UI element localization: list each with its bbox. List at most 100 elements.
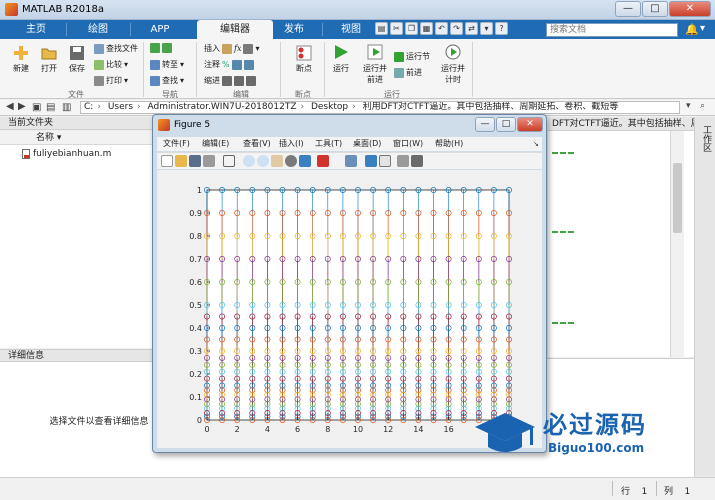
show-tools-icon[interactable] (411, 155, 423, 167)
path-dropdown-icon[interactable]: ▾ (686, 101, 691, 111)
y-tick-label: 0.4 (189, 324, 202, 333)
x-tick-label: 14 (413, 425, 423, 434)
hide-tools-icon[interactable] (397, 155, 409, 167)
crumb-users[interactable]: Users (108, 102, 133, 112)
tab-apps[interactable]: APP (138, 20, 182, 39)
save-figure-icon[interactable] (189, 155, 201, 167)
data-cursor-icon[interactable] (299, 155, 311, 167)
find-files-button[interactable]: 查找文件 (94, 43, 138, 54)
insert-button[interactable]: 插入 fx ▾ (204, 43, 260, 54)
find-button[interactable]: 查找 ▾ (150, 75, 184, 86)
new-figure-icon[interactable] (161, 155, 173, 167)
zoom-in-icon[interactable] (243, 155, 255, 167)
crumb-drive[interactable]: C: (84, 102, 93, 112)
list-item[interactable]: fuliyebianhuan.m (22, 149, 111, 159)
bell-icon[interactable]: 🔔 (685, 23, 699, 36)
legend-icon[interactable] (379, 155, 391, 167)
figure-window[interactable]: Figure 5 — □ ✕ 文件(F) 编辑(E) 查看(V) 插入(I) 工… (152, 114, 547, 453)
crumb-admin[interactable]: Administrator.WIN7U-2018012TZ (148, 102, 297, 112)
rotate-icon[interactable] (285, 155, 297, 167)
tab-publish[interactable]: 发布 (273, 20, 315, 39)
tab-plots[interactable]: 绘图 (74, 20, 122, 39)
browse-folder-icon[interactable]: ▤ (46, 102, 55, 113)
close-button[interactable]: ✕ (669, 1, 711, 17)
run-button[interactable]: 运行 (330, 43, 352, 74)
pointer-icon[interactable] (223, 155, 235, 167)
indent-button[interactable]: 缩进 (204, 75, 256, 86)
link-plot-icon[interactable] (345, 155, 357, 167)
crumb-desktop[interactable]: Desktop (311, 102, 348, 112)
qat-cut-icon[interactable]: ✂ (390, 22, 403, 35)
history-folder-icon[interactable]: ▥ (62, 102, 71, 113)
open-file-icon[interactable] (175, 155, 187, 167)
tab-home[interactable]: 主页 (14, 20, 58, 39)
new-button[interactable]: 新建 (8, 45, 34, 74)
brush-icon[interactable] (317, 155, 329, 167)
up-folder-icon[interactable]: ▣ (32, 102, 41, 113)
zoom-out-icon[interactable] (257, 155, 269, 167)
editor-tab[interactable]: DFT对CTFT逼近。其中包括抽样、周期延拓、卷... (548, 117, 694, 131)
breakpoints-button[interactable]: 断点 (290, 45, 318, 74)
x-tick-label: 4 (265, 425, 270, 434)
menu-help[interactable]: 帮助(H) (435, 137, 463, 151)
go-to-button[interactable]: 转至 ▾ (150, 59, 184, 70)
advance-icon (394, 67, 404, 78)
title-bar: MATLAB R2018a — □ ✕ (0, 0, 715, 20)
path-search-icon[interactable]: ⌕ (700, 101, 705, 111)
figure-close-button[interactable]: ✕ (517, 117, 543, 132)
menu-file[interactable]: 文件(F) (163, 137, 190, 151)
qat-undo-icon[interactable]: ↶ (435, 22, 448, 35)
x-tick-label: 12 (383, 425, 393, 434)
figure-title-bar[interactable]: Figure 5 — □ ✕ (153, 115, 546, 135)
run-play-icon (335, 45, 348, 59)
print-button[interactable]: 打印 ▾ (94, 75, 128, 86)
tab-editor[interactable]: 编辑器 (197, 20, 273, 39)
pan-hand-icon[interactable] (271, 155, 283, 167)
qat-copy-icon[interactable]: ❐ (405, 22, 418, 35)
figure-logo-icon (158, 119, 170, 131)
run-section-icon (394, 51, 404, 62)
menu-tools[interactable]: 工具(T) (315, 137, 342, 151)
scroll-thumb[interactable] (673, 163, 682, 233)
tab-view[interactable]: 视图 (330, 20, 372, 39)
x-tick-label: 10 (353, 425, 363, 434)
maximize-button[interactable]: □ (642, 1, 668, 17)
minimize-button[interactable]: — (615, 1, 641, 17)
nav-back-forward[interactable] (150, 43, 172, 53)
qat-dropdown-icon[interactable]: ▾ (480, 22, 493, 35)
menu-insert[interactable]: 插入(I) (279, 137, 304, 151)
colorbar-icon[interactable] (365, 155, 377, 167)
compare-button[interactable]: 比较 ▾ (94, 59, 128, 70)
editor-scrollbar[interactable] (670, 131, 684, 357)
open-button[interactable]: 打开 (36, 45, 62, 74)
menu-window[interactable]: 窗口(W) (393, 137, 423, 151)
details-title: 详细信息 (8, 351, 45, 361)
run-section-button[interactable]: 运行节 (394, 51, 430, 62)
qat-switch-icon[interactable]: ⇄ (465, 22, 478, 35)
figure-minimize-button[interactable]: — (475, 117, 495, 132)
menu-edit[interactable]: 编辑(E) (202, 137, 229, 151)
menu-view[interactable]: 查看(V) (243, 137, 271, 151)
crumb-folder[interactable]: 利用DFT对CTFT逼近。其中包括抽样、周期延拓、卷积、截短等 (363, 102, 619, 112)
search-docs-input[interactable] (546, 23, 678, 37)
section-nav-label: 导航 (162, 90, 178, 99)
print-figure-icon[interactable] (203, 155, 215, 167)
run-advance-button[interactable]: 运行并 前进 (360, 43, 390, 85)
qat-paste-icon[interactable]: ▦ (420, 22, 433, 35)
y-tick-label: 0.1 (189, 393, 202, 402)
qat-redo-icon[interactable]: ↷ (450, 22, 463, 35)
menu-dock-icon[interactable]: ↘ (533, 137, 539, 151)
menu-desktop[interactable]: 桌面(D) (353, 137, 381, 151)
collapse-ribbon-icon[interactable]: ▾ (700, 23, 705, 34)
comment-button[interactable]: 注释% (204, 59, 254, 70)
run-and-time-button[interactable]: 运行并 计时 (438, 43, 468, 85)
print-icon (94, 75, 104, 86)
qat-help-icon[interactable]: ? (495, 22, 508, 35)
path-breadcrumb[interactable]: C: › Users › Administrator.WIN7U-2018012TZ… (80, 101, 680, 114)
advance-button[interactable]: 前进 (394, 67, 422, 78)
back-arrow-icon[interactable]: ◀ (6, 101, 14, 112)
figure-maximize-button[interactable]: □ (496, 117, 516, 132)
save-button[interactable]: 保存 (64, 45, 90, 74)
forward-arrow-icon[interactable]: ▶ (18, 101, 26, 112)
qat-save-icon[interactable]: ▤ (375, 22, 388, 35)
